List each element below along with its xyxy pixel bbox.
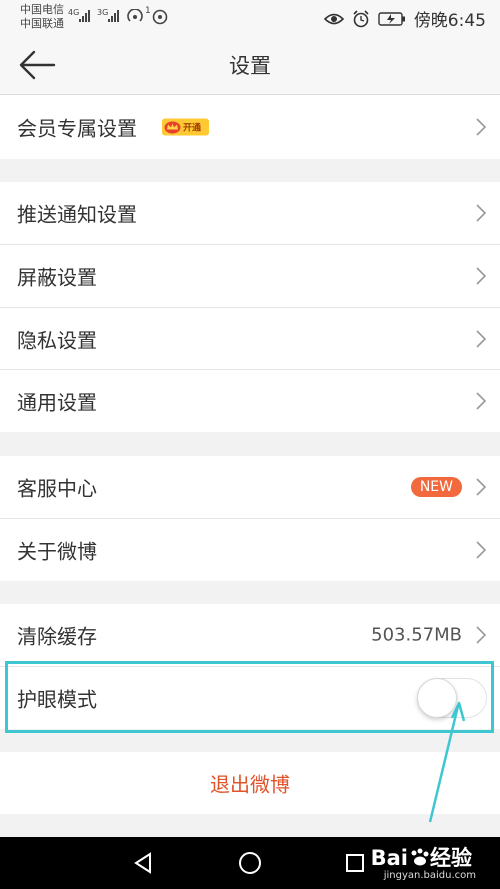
hotspot-icon [127,9,143,22]
cache-size-value: 503.57MB [371,624,462,646]
row-eye-mode: 护眼模式 [0,667,500,729]
chevron-right-icon [476,118,486,136]
watermark-brand-2: 经验 [430,846,472,870]
alarm-icon [353,9,369,27]
row-general-settings[interactable]: 通用设置 [0,370,500,432]
row-label: 会员专属设置 [17,116,137,141]
row-label: 护眼模式 [17,687,97,712]
status-time: 傍晚6:45 [413,11,486,31]
row-label: 关于微博 [17,539,97,564]
battery-icon [378,11,405,26]
row-vip-settings[interactable]: 会员专属设置 开通 [0,95,500,159]
row-service-center[interactable]: 客服中心 NEW [0,456,500,518]
hotspot-count: 1 [145,6,151,16]
eye-icon [323,13,344,24]
eye-mode-toggle[interactable] [417,678,487,718]
carrier-1: 中国电信 [20,3,64,16]
row-label: 屏蔽设置 [17,265,97,290]
row-clear-cache[interactable]: 清除缓存 503.57MB [0,604,500,666]
watermark-brand: Bai [370,846,408,870]
vip-badge[interactable]: 开通 [162,118,209,136]
new-badge: NEW [410,477,462,497]
chevron-right-icon [476,267,486,285]
row-privacy-settings[interactable]: 隐私设置 [0,308,500,369]
status-bar: 中国电信 中国联通 4G 3G 1 傍晚6:45 [0,0,500,36]
logout-label: 退出微博 [210,772,290,797]
baidu-watermark: Bai 经验 [371,842,472,872]
row-label: 通用设置 [17,390,97,415]
row-block-settings[interactable]: 屏蔽设置 [0,245,500,307]
row-label: 客服中心 [17,476,97,501]
home-circle-icon[interactable] [238,851,262,875]
chevron-right-icon [476,478,486,496]
chevron-right-icon [476,204,486,222]
row-about-weibo[interactable]: 关于微博 [0,519,500,581]
nav-bar: 设置 [0,36,500,95]
paw-icon [411,848,429,866]
back-triangle-icon[interactable] [133,852,153,874]
chevron-right-icon [476,329,486,348]
toggle-knob [417,678,457,718]
row-label: 隐私设置 [17,328,97,352]
chevron-right-icon [476,392,486,410]
vip-badge-label: 开通 [183,123,202,134]
row-push-settings[interactable]: 推送通知设置 [0,182,500,244]
chevron-right-icon [476,626,486,644]
carrier-2: 中国联通 [20,17,64,30]
carrier-info: 中国电信 中国联通 [20,3,64,31]
crown-icon [164,121,181,134]
chevron-right-icon [476,541,486,559]
watermark-url: jingyan.baidu.com [383,870,476,881]
logout-button[interactable]: 退出微博 [0,752,500,814]
signal-icon [79,10,90,22]
signal-icon-2 [108,10,119,22]
recents-square-icon[interactable] [345,853,365,873]
page-title: 设置 [229,54,271,78]
row-label: 清除缓存 [17,624,97,649]
wifi-icon [152,9,168,25]
status-right: 傍晚6:45 [323,6,486,31]
row-label: 推送通知设置 [17,202,137,227]
